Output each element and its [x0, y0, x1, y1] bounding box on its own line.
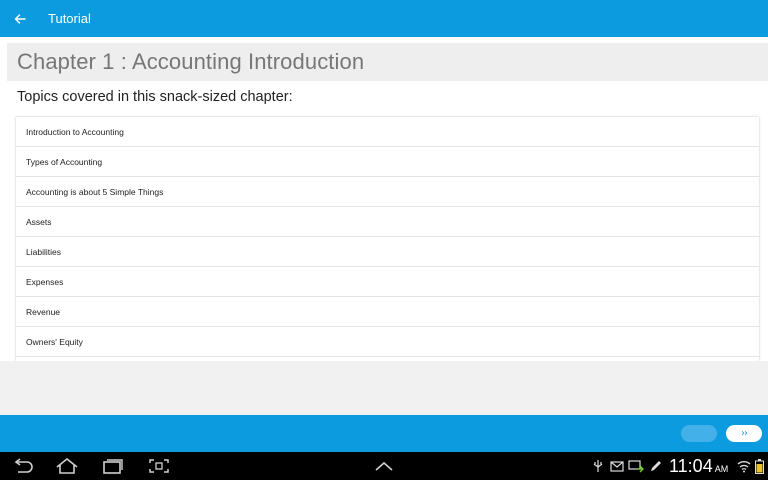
usb-icon [592, 457, 604, 475]
previous-button[interactable] [681, 425, 717, 442]
action-bar: Tutorial [0, 0, 768, 37]
clock-ampm: AM [714, 464, 729, 474]
topic-item[interactable]: Assets [16, 207, 759, 237]
system-navigation-bar: 11:04 AM [0, 452, 768, 480]
topic-label: Accounting is about 5 Simple Things [26, 186, 164, 197]
topic-item[interactable]: Expenses [16, 267, 759, 297]
topic-item[interactable]: Liabilities [16, 237, 759, 267]
topic-label: Revenue [26, 306, 61, 317]
topic-item[interactable]: Types of Accounting [16, 147, 759, 177]
next-button-label: ›› [741, 428, 748, 439]
wifi-icon [736, 457, 752, 475]
system-menu-button[interactable] [372, 457, 396, 475]
mail-icon [609, 457, 625, 475]
app-title: Tutorial [48, 11, 91, 26]
back-button[interactable] [0, 0, 40, 37]
topic-label: Liabilities [26, 246, 61, 257]
topic-item[interactable]: Introduction to Accounting [16, 117, 759, 147]
system-screenshot-button[interactable] [146, 457, 172, 475]
system-home-button[interactable] [54, 457, 80, 475]
topic-item[interactable]: Accounting is about 5 Simple Things [16, 177, 759, 207]
screenshot-icon [149, 459, 169, 473]
topic-list[interactable]: Introduction to Accounting Types of Acco… [16, 117, 759, 361]
topic-label: Types of Accounting [26, 156, 103, 167]
app-screen: Tutorial Chapter 1 : Accounting Introduc… [0, 0, 768, 480]
topic-label: Owners' Equity [26, 336, 83, 347]
chapter-header: Chapter 1 : Accounting Introduction [7, 43, 768, 81]
screen-cast-icon [628, 457, 644, 475]
topic-label: Introduction to Accounting [26, 126, 124, 137]
chevron-up-icon [375, 461, 393, 471]
topic-item[interactable]: Owners' Equity [16, 327, 759, 357]
topic-item[interactable]: Revenue [16, 297, 759, 327]
system-back-button[interactable] [10, 457, 36, 475]
chapter-title: Chapter 1 : Accounting Introduction [17, 49, 365, 74]
clock-time: 11:04 [669, 456, 713, 476]
topic-label: Expenses [26, 276, 64, 287]
system-back-icon [14, 458, 33, 473]
content-footer-area [0, 361, 768, 415]
system-recents-button[interactable] [100, 457, 126, 475]
chapter-content[interactable]: Chapter 1 : Accounting Introduction Topi… [0, 37, 768, 415]
arrow-left-icon [14, 13, 26, 24]
topic-label: Assets [26, 216, 52, 227]
topics-intro: Topics covered in this snack-sized chapt… [17, 89, 293, 105]
battery-icon [753, 457, 765, 475]
next-button[interactable]: ›› [726, 425, 762, 442]
recent-apps-icon [103, 459, 123, 474]
chapter-nav-bar: ›› [0, 415, 768, 452]
status-clock: 11:04 AM [669, 456, 728, 477]
home-icon [56, 458, 78, 474]
pen-icon [648, 457, 662, 475]
